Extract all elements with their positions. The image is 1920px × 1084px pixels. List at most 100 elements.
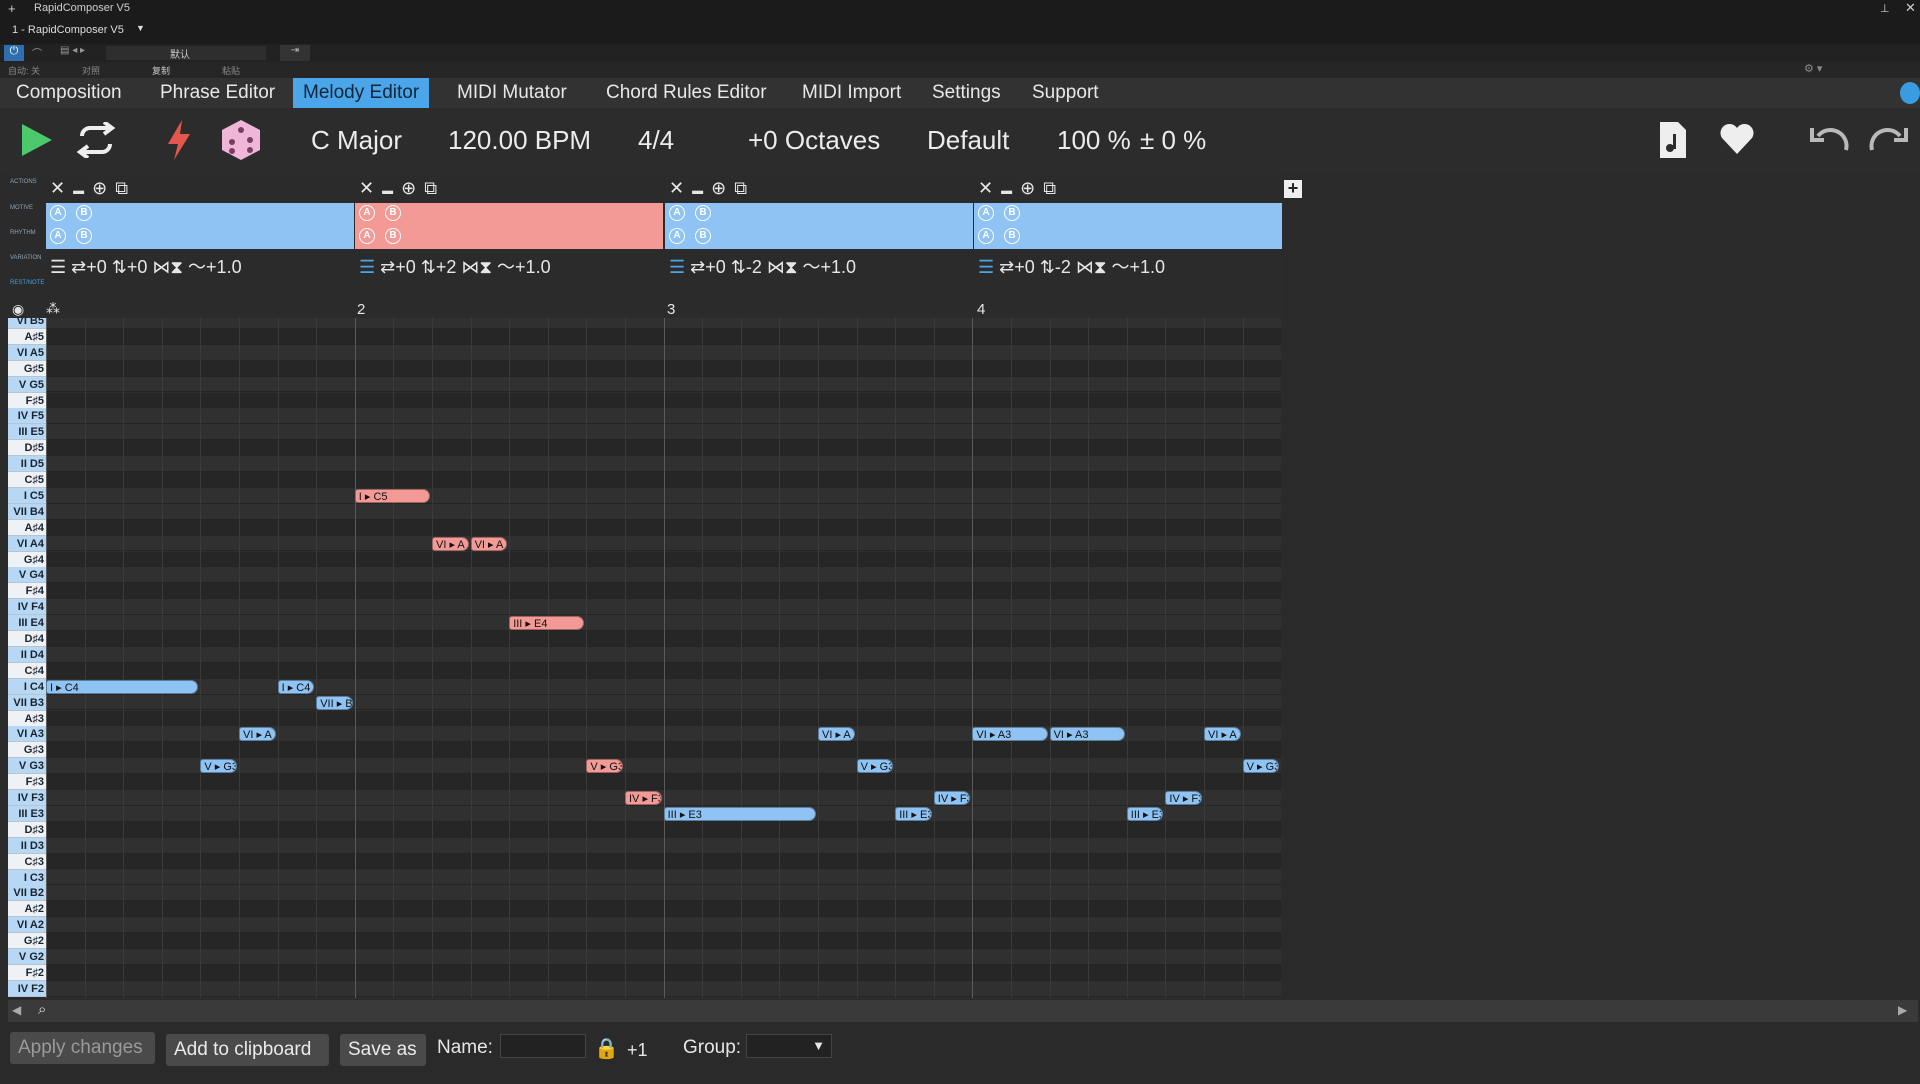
segment-pattern[interactable] bbox=[46, 203, 354, 249]
ab-toggle[interactable]: A bbox=[50, 228, 66, 244]
collapse-icon[interactable]: ▬ bbox=[382, 185, 393, 197]
piano-key[interactable]: F♯5 bbox=[8, 392, 46, 409]
list-icon[interactable]: ☰ bbox=[669, 257, 690, 277]
gear-icon[interactable]: ⚙ ▾ bbox=[1804, 62, 1822, 75]
add-to-clipboard-button[interactable]: Add to clipboard bbox=[166, 1034, 329, 1066]
preset-dropdown[interactable]: 默认 bbox=[106, 46, 266, 61]
add-icon[interactable]: ⊕ bbox=[92, 178, 107, 198]
note-block[interactable]: III ▸ E3 bbox=[895, 806, 932, 821]
undo-icon[interactable] bbox=[1806, 122, 1852, 156]
menu-item[interactable]: Support bbox=[1022, 78, 1109, 108]
piano-key[interactable]: V G3 bbox=[8, 758, 46, 775]
menu-item[interactable]: MIDI Import bbox=[792, 78, 911, 108]
piano-key[interactable]: IV F3 bbox=[8, 790, 46, 806]
variation-value[interactable]: +0 bbox=[1014, 257, 1035, 277]
mirror-icon[interactable]: ⋈⧗ bbox=[1071, 257, 1107, 277]
apply-changes-button[interactable]: Apply changes bbox=[10, 1032, 155, 1064]
piano-key[interactable]: A♯5 bbox=[8, 328, 46, 345]
segment-pattern[interactable] bbox=[974, 203, 1282, 249]
list-icon[interactable]: ☰ bbox=[978, 257, 999, 277]
dice-icon[interactable] bbox=[220, 118, 262, 162]
collapse-icon[interactable]: ▬ bbox=[692, 185, 703, 197]
list-icon[interactable]: ☰ bbox=[359, 257, 380, 277]
piano-key[interactable]: C♯3 bbox=[8, 853, 46, 870]
duplicate-icon[interactable]: ⧉ bbox=[424, 178, 437, 198]
piano-key[interactable]: IV F5 bbox=[8, 408, 46, 425]
piano-key[interactable]: VII B3 bbox=[8, 694, 46, 711]
lock-icon[interactable]: 🔒 bbox=[594, 1036, 619, 1061]
mirror-icon[interactable]: ⋈⧗ bbox=[762, 257, 798, 277]
piano-key[interactable]: G♯3 bbox=[8, 742, 46, 759]
piano-key[interactable]: VII B2 bbox=[8, 885, 46, 902]
piano-key[interactable]: F♯2 bbox=[8, 964, 46, 981]
add-icon[interactable]: ⊕ bbox=[1020, 178, 1035, 198]
compare-button[interactable]: 对照 bbox=[82, 64, 100, 77]
swap-icon[interactable]: ⇄ bbox=[71, 257, 86, 277]
ab-toggle[interactable]: A bbox=[50, 205, 66, 221]
note-block[interactable]: V ▸ G3 bbox=[1242, 759, 1280, 774]
piano-key[interactable]: V G5 bbox=[8, 376, 46, 393]
ab-toggle[interactable]: A bbox=[669, 228, 685, 244]
piano-key[interactable]: C♯4 bbox=[8, 662, 46, 679]
note-block[interactable]: IV ▸ F3 bbox=[933, 791, 971, 805]
menu-item[interactable]: MIDI Mutator bbox=[447, 78, 577, 108]
variation-value[interactable]: +1.0 bbox=[821, 257, 857, 277]
piano-key[interactable]: A♯3 bbox=[8, 710, 46, 727]
curve-icon[interactable]: 〜 bbox=[492, 257, 515, 277]
ab-toggle[interactable]: A bbox=[978, 205, 994, 221]
piano-key[interactable]: VI A4 bbox=[8, 535, 46, 552]
note-block[interactable]: I ▸ C4 bbox=[277, 679, 315, 694]
plus-icon[interactable]: + bbox=[8, 1, 16, 16]
variation-value[interactable]: +0 bbox=[127, 257, 148, 277]
instance-selector[interactable]: 1 - RapidComposer V5 bbox=[12, 24, 124, 36]
arrow-right-icon[interactable]: ▶ bbox=[1898, 1003, 1907, 1017]
variation-value[interactable]: +0 bbox=[86, 257, 107, 277]
piano-key[interactable]: I C5 bbox=[8, 487, 46, 504]
piano-key[interactable]: A♯4 bbox=[8, 519, 46, 536]
close-icon[interactable]: ✕ bbox=[359, 178, 374, 198]
piano-key[interactable]: D♯5 bbox=[8, 440, 46, 457]
play-icon[interactable] bbox=[18, 120, 54, 160]
piano-key[interactable]: II D4 bbox=[8, 646, 46, 663]
note-block[interactable]: VI ▸ A3 bbox=[972, 727, 1048, 742]
piano-key[interactable]: C♯5 bbox=[8, 472, 46, 488]
curve-icon[interactable]: 〜 bbox=[183, 257, 206, 277]
menu-item[interactable]: Phrase Editor bbox=[150, 78, 285, 108]
note-block[interactable]: V ▸ G3 bbox=[586, 759, 623, 774]
close-icon[interactable]: ✕ bbox=[978, 178, 993, 198]
ab-toggle[interactable]: A bbox=[359, 228, 375, 244]
note-block[interactable]: VI ▸ A bbox=[1204, 727, 1241, 742]
paste-button[interactable]: 粘贴 bbox=[222, 64, 240, 77]
menu-item[interactable]: Composition bbox=[6, 78, 132, 108]
note-block[interactable]: VI ▸ A bbox=[470, 536, 508, 551]
transpose-icon[interactable]: ⇅ bbox=[416, 257, 436, 277]
note-block[interactable]: I ▸ C4 bbox=[46, 679, 199, 694]
note-block[interactable]: I ▸ C5 bbox=[354, 488, 430, 503]
ab-toggle[interactable]: A bbox=[978, 228, 994, 244]
key-scale[interactable]: C Major bbox=[311, 120, 402, 160]
note-block[interactable]: VII ▸ B bbox=[316, 695, 353, 710]
transpose-icon[interactable]: ⇅ bbox=[726, 257, 746, 277]
variation-value[interactable]: -2 bbox=[1055, 257, 1071, 277]
close-icon[interactable]: ✕ bbox=[50, 178, 65, 198]
piano-key[interactable]: I C3 bbox=[8, 869, 46, 886]
loop-icon[interactable] bbox=[74, 122, 118, 158]
close-icon[interactable]: ✕ bbox=[1905, 0, 1916, 16]
piano-key[interactable]: D♯3 bbox=[8, 821, 46, 838]
add-icon[interactable]: ⊕ bbox=[711, 178, 726, 198]
piano-key[interactable]: III E4 bbox=[8, 615, 46, 632]
piano-key[interactable]: D♯4 bbox=[8, 631, 46, 647]
variation-value[interactable]: +2 bbox=[436, 257, 457, 277]
ab-toggle[interactable]: B bbox=[76, 228, 92, 244]
ab-toggle[interactable]: A bbox=[359, 205, 375, 221]
piano-key[interactable]: G♯5 bbox=[8, 360, 46, 377]
octave-shift[interactable]: +0 Octaves bbox=[748, 120, 880, 160]
time-signature[interactable]: 4/4 bbox=[638, 120, 674, 160]
horizontal-scrollbar[interactable]: ◀ ⌕ ▶ bbox=[8, 1000, 1918, 1022]
menu-item[interactable]: Settings bbox=[922, 78, 1011, 108]
lightning-icon[interactable] bbox=[164, 118, 194, 162]
name-input[interactable] bbox=[500, 1034, 586, 1058]
piano-key[interactable]: G♯4 bbox=[8, 551, 46, 568]
segment-pattern[interactable] bbox=[355, 203, 663, 249]
collapse-icon[interactable]: ▬ bbox=[73, 185, 84, 197]
